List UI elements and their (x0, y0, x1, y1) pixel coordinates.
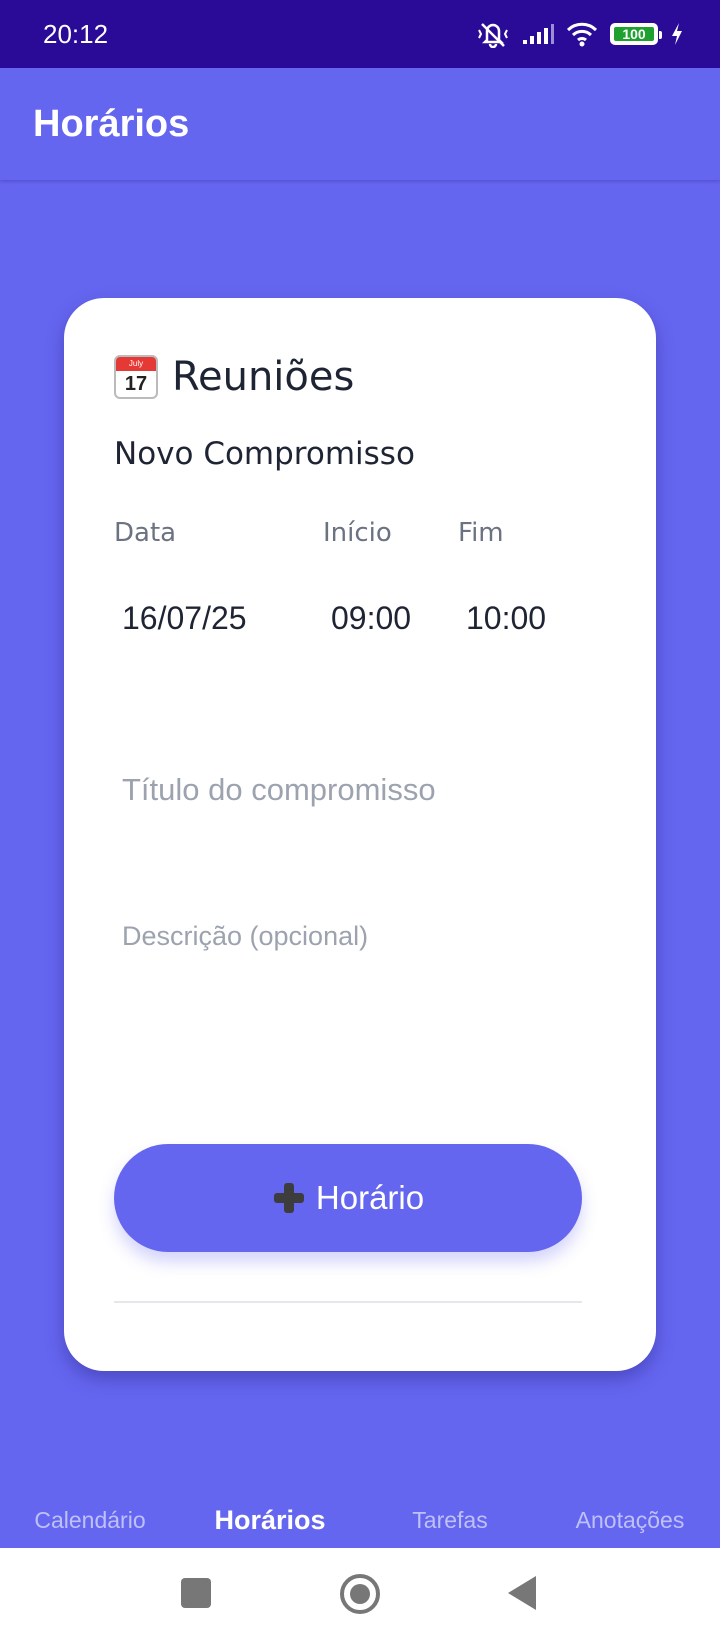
status-time: 20:12 (43, 18, 109, 49)
plus-icon (272, 1181, 306, 1215)
section-title: Novo Compromisso (114, 436, 415, 472)
calendar-icon: July 17 (114, 355, 158, 399)
status-bar: 20:12 100 (0, 0, 720, 68)
meetings-card: July 17 Reuniões Novo Compromisso Data I… (64, 298, 656, 1371)
title-input[interactable] (114, 760, 582, 820)
screen: 20:12 100 Horários July 17 Reuniões Novo… (0, 0, 720, 1640)
battery-icon: 100 (610, 23, 662, 45)
start-time-field[interactable]: 09:00 (323, 594, 419, 643)
recent-apps-icon[interactable] (181, 1578, 211, 1608)
card-title: Reuniões (172, 354, 355, 400)
calendar-icon-day: 17 (124, 373, 148, 395)
status-icons: 100 (476, 20, 684, 48)
start-time-label: Início (323, 518, 392, 548)
tab-horarios[interactable]: Horários (180, 1505, 360, 1536)
description-input[interactable] (114, 915, 582, 1055)
end-time-label: Fim (458, 518, 504, 548)
signal-icon (522, 22, 554, 46)
date-field[interactable]: 16/07/25 (114, 594, 255, 643)
card-header: July 17 Reuniões (114, 354, 354, 400)
end-time-field[interactable]: 10:00 (458, 594, 554, 643)
tab-anotacoes[interactable]: Anotações (540, 1507, 720, 1534)
home-icon[interactable] (340, 1574, 380, 1614)
page-title: Horários (33, 102, 190, 145)
app-bar: Horários (0, 68, 720, 180)
battery-level: 100 (614, 27, 654, 41)
add-schedule-button[interactable]: Horário (114, 1144, 582, 1252)
mute-vibrate-icon (476, 20, 510, 48)
charging-icon (670, 22, 684, 46)
add-schedule-button-label: Horário (315, 1179, 425, 1216)
divider (114, 1301, 582, 1303)
tab-calendario[interactable]: Calendário (0, 1507, 180, 1534)
system-nav-bar (0, 1548, 720, 1640)
calendar-icon-month: July (116, 357, 156, 371)
date-label: Data (114, 518, 177, 548)
wifi-icon (566, 21, 598, 47)
back-icon[interactable] (508, 1576, 536, 1610)
bottom-tab-bar: Calendário Horários Tarefas Anotações (0, 1490, 720, 1550)
tab-tarefas[interactable]: Tarefas (360, 1507, 540, 1534)
